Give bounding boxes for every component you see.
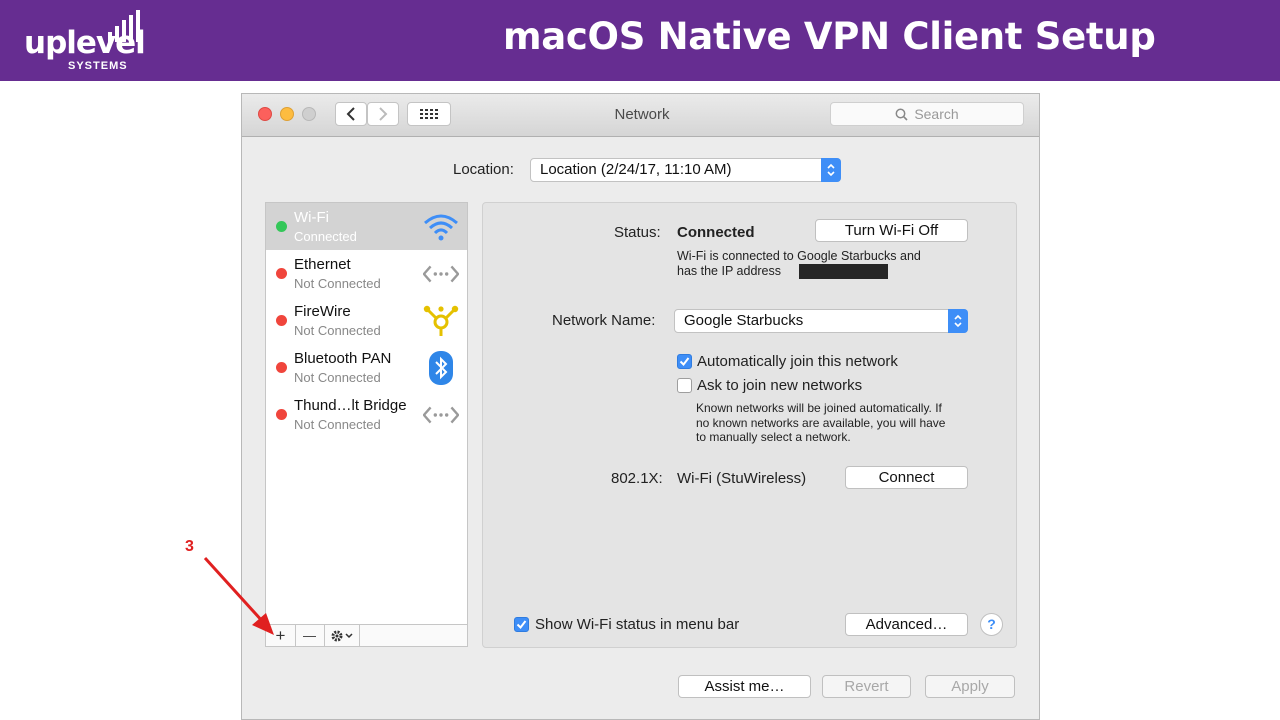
assist-me-button[interactable]: Assist me… xyxy=(678,675,811,698)
service-name: Ethernet xyxy=(294,256,351,273)
service-list-toolbar: + — xyxy=(265,624,468,647)
back-button[interactable] xyxy=(335,102,367,126)
known-networks-hint: Known networks will be joined automatica… xyxy=(696,401,946,444)
service-status: Not Connected xyxy=(294,276,381,291)
search-icon xyxy=(895,108,908,121)
bluetooth-icon xyxy=(423,351,459,385)
service-name: Thund…lt Bridge xyxy=(294,397,407,414)
step-number: 3 xyxy=(185,538,194,555)
revert-button[interactable]: Revert xyxy=(822,675,911,698)
status-dot xyxy=(276,315,287,326)
close-window-button[interactable] xyxy=(258,107,272,121)
connect-button[interactable]: Connect xyxy=(845,466,968,489)
status-dot xyxy=(276,268,287,279)
action-menu-button[interactable] xyxy=(324,625,360,646)
service-status: Not Connected xyxy=(294,370,381,385)
status-dot xyxy=(276,221,287,232)
chevron-left-icon xyxy=(346,107,355,121)
window-title: Network xyxy=(614,106,670,123)
service-name: Wi-Fi xyxy=(294,209,329,226)
ask-join-label: Ask to join new networks xyxy=(697,377,863,394)
chevron-right-icon xyxy=(379,107,388,121)
gear-icon xyxy=(331,630,353,641)
service-status: Not Connected xyxy=(294,417,381,432)
status-label: Status: xyxy=(614,224,661,241)
updown-arrows-icon xyxy=(821,158,841,182)
apply-button[interactable]: Apply xyxy=(925,675,1015,698)
uplevel-logo: uplevel SYSTEMS xyxy=(24,10,154,74)
service-item-ethernet[interactable]: Ethernet Not Connected xyxy=(266,250,467,297)
wifi-detail-panel: Status: Connected Turn Wi-Fi Off Wi-Fi i… xyxy=(482,202,1017,648)
window-titlebar: Network Search xyxy=(242,94,1039,137)
service-item-firewire[interactable]: FireWire Not Connected xyxy=(266,297,467,344)
show-wifi-status-label: Show Wi-Fi status in menu bar xyxy=(535,616,740,633)
service-list: Wi-Fi Connected Ethernet Not Connected F… xyxy=(265,202,468,647)
checkmark-icon xyxy=(516,620,527,630)
slide-title: macOS Native VPN Client Setup xyxy=(503,15,1156,58)
remove-service-button[interactable]: — xyxy=(295,625,325,646)
zoom-window-button[interactable] xyxy=(302,107,316,121)
search-field[interactable]: Search xyxy=(830,102,1024,126)
network-preferences-window: Network Search Location: Location (2/24/… xyxy=(241,93,1040,720)
logo-subtitle: SYSTEMS xyxy=(68,60,128,72)
advanced-button[interactable]: Advanced… xyxy=(845,613,968,636)
auto-join-label: Automatically join this network xyxy=(697,353,898,370)
location-popup[interactable]: Location (2/24/17, 11:10 AM) xyxy=(530,158,841,182)
grid-icon xyxy=(420,109,438,119)
search-placeholder: Search xyxy=(914,106,959,122)
network-name-popup[interactable]: Google Starbucks xyxy=(674,309,968,333)
dot1x-label: 802.1X: xyxy=(611,470,663,487)
checkmark-icon xyxy=(679,357,690,367)
service-item-thunderbolt-bridge[interactable]: Thund…lt Bridge Not Connected xyxy=(266,391,467,438)
status-value: Connected xyxy=(677,224,755,241)
logo-word: uplevel xyxy=(24,25,146,61)
slide-banner: uplevel SYSTEMS macOS Native VPN Client … xyxy=(0,0,1280,81)
service-status: Connected xyxy=(294,229,357,244)
service-item-bluetooth-pan[interactable]: Bluetooth PAN Not Connected xyxy=(266,344,467,391)
minimize-window-button[interactable] xyxy=(280,107,294,121)
forward-button[interactable] xyxy=(367,102,399,126)
service-name: Bluetooth PAN xyxy=(294,350,392,367)
updown-arrows-icon xyxy=(948,309,968,333)
status-dot xyxy=(276,362,287,373)
network-name-label: Network Name: xyxy=(552,312,656,329)
auto-join-checkbox[interactable] xyxy=(677,354,692,369)
location-value: Location (2/24/17, 11:10 AM) xyxy=(540,161,732,178)
red-arrow-icon xyxy=(203,556,274,635)
thunderbolt-bridge-icon xyxy=(423,399,459,431)
help-button[interactable]: ? xyxy=(980,613,1003,636)
ethernet-icon xyxy=(423,258,459,290)
show-all-button[interactable] xyxy=(407,102,451,126)
service-name: FireWire xyxy=(294,303,351,320)
network-name-value: Google Starbucks xyxy=(684,312,804,329)
show-wifi-status-checkbox[interactable] xyxy=(514,617,529,632)
service-status: Not Connected xyxy=(294,323,381,338)
turn-wifi-off-button[interactable]: Turn Wi-Fi Off xyxy=(815,219,968,242)
wifi-icon xyxy=(423,211,459,243)
service-item-wifi[interactable]: Wi-Fi Connected xyxy=(266,203,467,250)
dot1x-value: Wi-Fi (StuWireless) xyxy=(677,470,807,487)
status-dot xyxy=(276,409,287,420)
ask-join-checkbox[interactable] xyxy=(677,378,692,393)
redacted-ip-address xyxy=(799,264,888,279)
firewire-icon xyxy=(423,305,459,337)
location-label: Location: xyxy=(453,161,514,178)
